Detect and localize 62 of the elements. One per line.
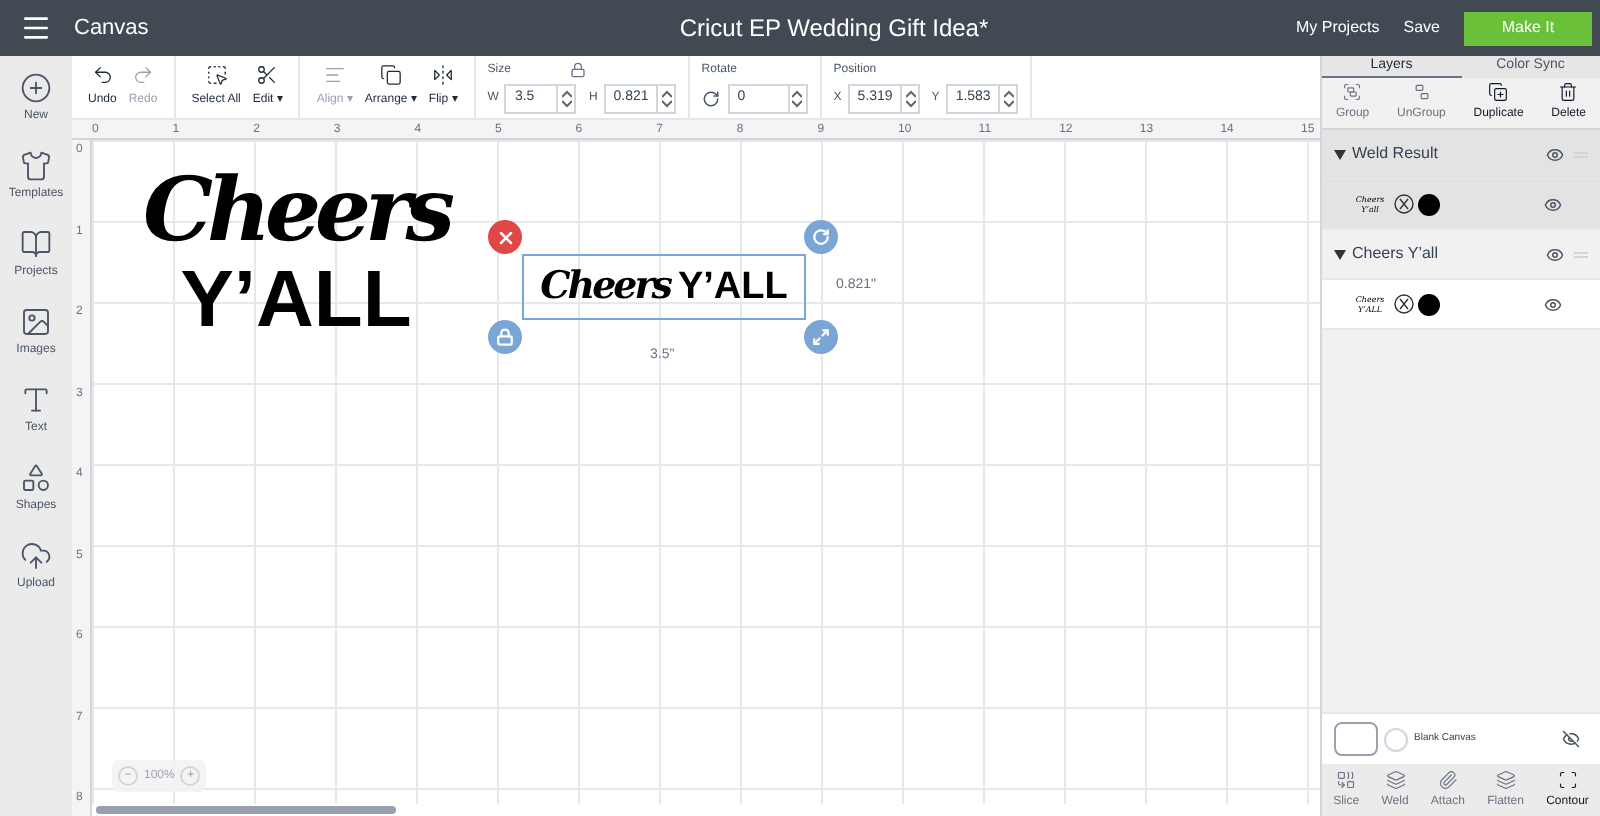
header-link[interactable]: Save (1403, 16, 1440, 40)
eye-icon[interactable] (1544, 195, 1562, 213)
menu-icon (20, 12, 52, 44)
cloud-upload-icon (19, 540, 52, 572)
canvas-swatch[interactable] (1334, 722, 1378, 756)
close-icon (495, 227, 515, 247)
contour-icon (1557, 769, 1578, 789)
rotate-handle[interactable] (804, 220, 838, 254)
eye-icon[interactable] (1546, 245, 1564, 263)
no-material-icon (1394, 194, 1414, 214)
flip-icon (432, 64, 455, 86)
undo-icon (91, 64, 114, 86)
select-all-icon (205, 64, 228, 86)
resize-handle[interactable] (804, 320, 838, 354)
redo-icon (132, 64, 155, 86)
page-title: Canvas (74, 13, 151, 44)
disclosure-icon (1334, 249, 1346, 259)
no-material-icon (1394, 294, 1414, 314)
lock-handle[interactable] (488, 320, 522, 354)
shirt-icon (19, 150, 52, 182)
layer-name: Cheers Y’all (1352, 242, 1440, 266)
design-text[interactable]: Y’ALL (180, 260, 412, 340)
ungroup-icon (1411, 82, 1432, 102)
selection-box[interactable]: Cheers Y’ALL (522, 254, 806, 320)
layer-group-row[interactable]: Weld Result (1322, 130, 1600, 180)
rotate-icon (812, 228, 830, 246)
stepper-icon (1003, 89, 1014, 107)
hidden-eye-icon[interactable] (1562, 730, 1580, 748)
header-link[interactable]: My Projects (1295, 16, 1380, 40)
arrange-icon (379, 64, 402, 86)
delete-handle[interactable] (488, 220, 522, 254)
stepper-icon (792, 89, 803, 107)
drag-handle-icon[interactable] (1574, 251, 1588, 257)
lock-icon[interactable] (570, 62, 587, 78)
text-icon (20, 384, 52, 416)
image-icon (20, 306, 52, 338)
color-swatch[interactable] (1418, 193, 1440, 215)
layer-name: Weld Result (1352, 142, 1440, 166)
rotate-icon (701, 89, 720, 107)
document-title: Cricut EP Wedding Gift Idea* (677, 12, 991, 46)
stepper-icon (905, 89, 916, 107)
paperclip-icon (1437, 769, 1458, 789)
eye-icon[interactable] (1544, 295, 1562, 313)
stepper-icon (661, 89, 672, 107)
resize-icon (812, 328, 830, 346)
horizontal-scrollbar[interactable] (96, 806, 396, 814)
color-swatch[interactable] (1418, 293, 1440, 315)
book-icon (20, 228, 52, 260)
design-text[interactable]: Y’ALL (677, 268, 788, 306)
stepper-icon (561, 89, 572, 107)
eye-icon[interactable] (1546, 145, 1564, 163)
lock-icon (496, 328, 514, 346)
align-icon (323, 64, 346, 86)
design-text[interactable]: Cheers (143, 168, 449, 256)
group-icon (1342, 82, 1363, 102)
trash-icon (1558, 82, 1579, 102)
shapes-icon (19, 462, 52, 494)
duplicate-icon (1488, 82, 1509, 102)
plus-circle-icon (20, 72, 52, 104)
design-text[interactable]: Cheers (540, 268, 670, 306)
disclosure-icon (1334, 149, 1346, 159)
scissors-icon (256, 64, 279, 86)
